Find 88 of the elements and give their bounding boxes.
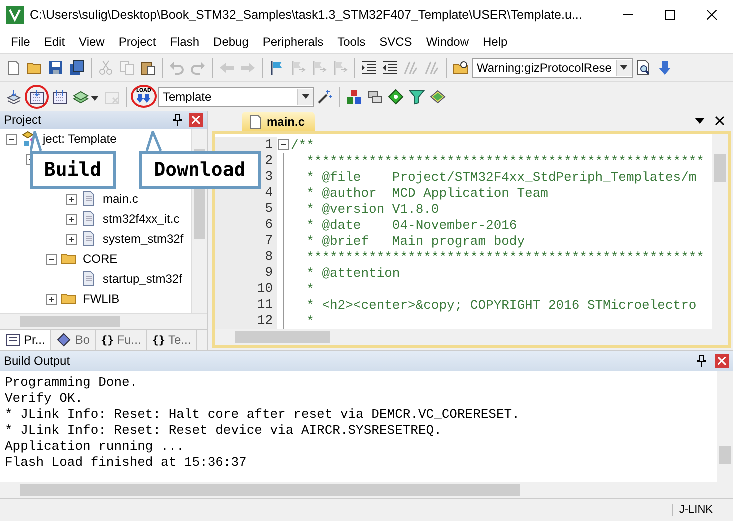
menu-item[interactable]: Edit bbox=[37, 32, 72, 50]
scrollbar-thumb[interactable] bbox=[719, 446, 731, 464]
line-number: 9 bbox=[215, 265, 277, 281]
tree-item[interactable]: ject: Template bbox=[43, 132, 117, 146]
file-icon bbox=[81, 271, 97, 287]
line-number: 12 bbox=[215, 313, 277, 329]
tree-item[interactable]: system_stm32f bbox=[103, 232, 184, 246]
menu-item[interactable]: Window bbox=[419, 32, 476, 50]
code-line: * @attention bbox=[306, 266, 400, 280]
menu-item[interactable]: Flash bbox=[163, 32, 207, 50]
menu-item[interactable]: Peripherals bbox=[256, 32, 331, 50]
dropdown-icon[interactable] bbox=[695, 118, 705, 124]
scrollbar-thumb[interactable] bbox=[20, 484, 520, 496]
code-line: * bbox=[306, 314, 314, 328]
code-line: *************************************************** bbox=[306, 154, 704, 168]
code-line: * @brief Main program body bbox=[306, 234, 526, 248]
code-line: * bbox=[306, 282, 314, 296]
scrollbar-thumb[interactable] bbox=[20, 316, 120, 327]
code-line: * @date 04-November-2016 bbox=[306, 218, 518, 232]
caret-icon bbox=[616, 60, 632, 76]
callout-tooltip: Download bbox=[139, 131, 261, 189]
file-icon bbox=[81, 211, 97, 227]
tree-item[interactable]: main.c bbox=[103, 192, 138, 206]
file-icon bbox=[81, 191, 97, 207]
collapse-icon[interactable] bbox=[6, 134, 17, 144]
build-icon[interactable] bbox=[25, 84, 49, 108]
tree-item[interactable]: startup_stm32f bbox=[103, 272, 182, 286]
output-line: * JLink Info: Reset: Halt core after reset via DEMCR.VC_CORERESET. bbox=[5, 407, 521, 423]
menu-item[interactable]: Help bbox=[476, 32, 515, 50]
diamond-icon[interactable] bbox=[386, 86, 406, 106]
file-icon bbox=[250, 114, 262, 128]
output-line: Programming Done. bbox=[5, 375, 139, 391]
expand-icon[interactable] bbox=[66, 234, 77, 244]
scrollbar-thumb[interactable] bbox=[235, 331, 330, 343]
line-number: 6 bbox=[215, 217, 277, 233]
collapse-icon[interactable] bbox=[46, 254, 57, 264]
menu-item[interactable]: Tools bbox=[330, 32, 373, 50]
menu-item[interactable]: SVCS bbox=[372, 32, 420, 50]
document-icon bbox=[5, 332, 21, 348]
line-number: 11 bbox=[215, 297, 277, 313]
expand-icon[interactable] bbox=[66, 194, 77, 204]
book-icon bbox=[56, 332, 72, 348]
close-icon[interactable] bbox=[707, 10, 717, 20]
debugger-status: J-LINK bbox=[672, 504, 717, 516]
pin-icon[interactable] bbox=[697, 355, 707, 367]
menu-item[interactable]: Debug bbox=[206, 32, 256, 50]
expand-icon[interactable] bbox=[66, 214, 77, 224]
double-arrow-icon bbox=[137, 94, 151, 104]
code-line: /** bbox=[290, 138, 314, 152]
dropdown[interactable]: Warning:gizProtocolRese bbox=[472, 58, 633, 78]
output-line: Verify OK. bbox=[5, 391, 84, 407]
save-all-icon[interactable] bbox=[67, 58, 87, 78]
dropdown[interactable]: Template bbox=[158, 86, 314, 106]
tree-item[interactable]: FWLIB bbox=[83, 292, 120, 306]
app-icon bbox=[6, 6, 24, 24]
caret-icon bbox=[297, 88, 313, 104]
close-icon[interactable] bbox=[715, 116, 725, 126]
braces-icon: {} bbox=[101, 334, 114, 346]
line-number: 1 bbox=[215, 137, 277, 153]
line-number: 7 bbox=[215, 233, 277, 249]
panel-tab[interactable]: Pr... bbox=[0, 330, 52, 350]
code-line: * @author MCD Application Team bbox=[306, 186, 548, 200]
panel-title: Project bbox=[4, 113, 42, 127]
tree-item[interactable]: CORE bbox=[83, 252, 118, 266]
maximize-icon[interactable] bbox=[665, 10, 675, 20]
window-title: C:\Users\sulig\Desktop\Book_STM32_Samples\task1.3_STM32F407_Template\USER\Template.u... bbox=[30, 8, 584, 22]
pin-icon[interactable] bbox=[173, 114, 183, 126]
line-number: 10 bbox=[215, 281, 277, 297]
panel-title: Build Output bbox=[4, 354, 72, 368]
output-line: * JLink Info: Reset: Reset device via AIRCR.SYSRESETREQ. bbox=[5, 423, 443, 439]
menu-item[interactable]: File bbox=[4, 32, 38, 50]
line-number: 5 bbox=[215, 201, 277, 217]
code-line: *************************************************** bbox=[306, 250, 704, 264]
line-number: 8 bbox=[215, 249, 277, 265]
menu-item[interactable]: View bbox=[72, 32, 112, 50]
collapse-icon[interactable] bbox=[278, 139, 288, 153]
code-line: * @version V1.8.0 bbox=[306, 202, 440, 216]
scrollbar-thumb[interactable] bbox=[714, 154, 726, 182]
template-icon: {} bbox=[152, 334, 166, 346]
code-line: * @file Project/STM32F4xx_StdPeriph_Templates/m bbox=[306, 170, 697, 184]
tree-item[interactable]: stm32f4xx_it.c bbox=[103, 212, 180, 226]
file-icon bbox=[81, 231, 97, 247]
output-line: Application running ... bbox=[5, 439, 186, 455]
menu-item[interactable]: Project bbox=[112, 32, 164, 50]
output-line: Flash Load finished at 15:36:37 bbox=[5, 455, 248, 471]
expand-icon[interactable] bbox=[46, 294, 57, 304]
file-tab[interactable]: main.c bbox=[242, 112, 316, 131]
code-line: * <h2><center>&copy; COPYRIGHT 2016 STMicroelectro bbox=[306, 298, 697, 312]
